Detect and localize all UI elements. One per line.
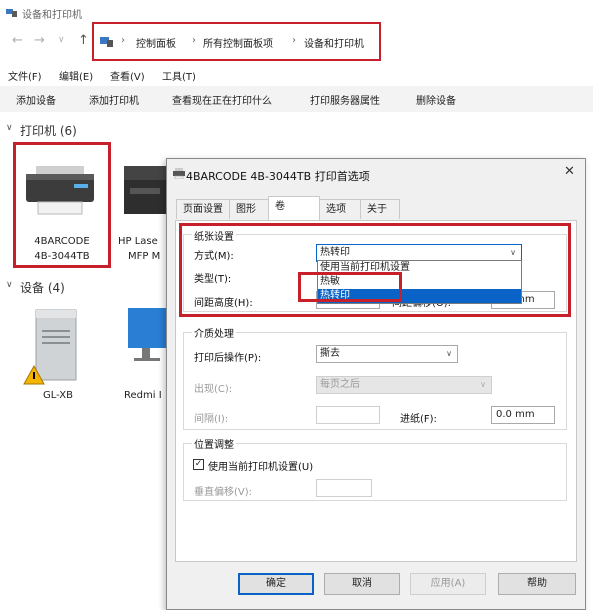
occurrence-select[interactable]: 每页之后 ∨ — [316, 376, 492, 394]
feed-label: 进纸(F): — [400, 414, 437, 425]
printer-small-icon — [173, 168, 185, 179]
see-whats-printing-button[interactable]: 查看现在正在打印什么 — [172, 92, 272, 107]
vertical-offset-label: 垂直偏移(V): — [194, 487, 253, 498]
post-print-label: 打印后操作(P): — [194, 353, 262, 364]
occurrence-value: 每页之后 — [320, 379, 360, 390]
post-print-select[interactable]: 撕去 ∨ — [316, 345, 458, 363]
tab-graphics[interactable]: 图形 — [229, 199, 269, 219]
tab-about[interactable]: 关于 — [360, 199, 400, 219]
collapse-chevron-icon[interactable]: ∨ — [6, 280, 13, 290]
printer-name-line2: MFP M — [128, 251, 161, 262]
printer-name-line1: HP Lase — [118, 236, 158, 247]
breadcrumb-separator: › — [121, 35, 125, 46]
chevron-down-icon: ∨ — [480, 380, 486, 389]
breadcrumb-all-items[interactable]: 所有控制面板项 — [203, 35, 273, 50]
tab-options[interactable]: 选项 — [319, 199, 361, 219]
post-print-value: 撕去 — [320, 348, 340, 359]
back-arrow-icon[interactable]: ← — [12, 33, 23, 48]
menu-edit[interactable]: 编辑(E) — [59, 68, 93, 83]
devices-group-header[interactable]: 设备 (4) — [20, 279, 65, 296]
device-name: Redmi I — [124, 390, 162, 401]
breadcrumb-separator: › — [192, 35, 196, 46]
interval-field[interactable] — [316, 406, 380, 424]
print-server-properties-button[interactable]: 打印服务器属性 — [310, 92, 380, 107]
media-handling-legend: 介质处理 — [192, 325, 236, 340]
computer-tower-icon[interactable] — [14, 300, 94, 390]
collapse-chevron-icon[interactable]: ∨ — [6, 123, 13, 133]
printer-icon[interactable] — [120, 162, 166, 222]
interval-label: 间隔(I): — [194, 414, 229, 425]
vertical-offset-field[interactable] — [316, 479, 372, 497]
menu-file[interactable]: 文件(F) — [8, 68, 42, 83]
menu-tools[interactable]: 工具(T) — [162, 68, 196, 83]
use-current-settings-label[interactable]: 使用当前打印机设置(U) — [208, 458, 313, 473]
use-current-settings-checkbox[interactable]: ✓ — [193, 459, 204, 470]
breadcrumb-control-panel[interactable]: 控制面板 — [136, 35, 176, 50]
control-panel-icon — [100, 37, 113, 47]
printer-icon[interactable] — [22, 160, 98, 218]
remove-device-button[interactable]: 删除设备 — [416, 92, 456, 107]
help-button[interactable]: 帮助 — [498, 573, 576, 595]
breadcrumb-separator: › — [292, 35, 296, 46]
printers-group-header[interactable]: 打印机 (6) — [20, 122, 77, 139]
menu-view[interactable]: 查看(V) — [110, 68, 145, 83]
device-name: GL-XB — [43, 390, 73, 401]
position-adjust-legend: 位置调整 — [192, 436, 236, 451]
breadcrumb-devices-printers[interactable]: 设备和打印机 — [304, 35, 364, 50]
add-device-button[interactable]: 添加设备 — [16, 92, 56, 107]
cancel-button[interactable]: 取消 — [324, 573, 400, 595]
add-printer-button[interactable]: 添加打印机 — [89, 92, 139, 107]
up-arrow-icon[interactable]: ↑ — [78, 33, 89, 48]
chevron-down-icon: ∨ — [446, 349, 452, 358]
paper-settings-highlight — [179, 223, 571, 317]
devices-printers-icon — [6, 9, 17, 17]
option-highlight — [298, 272, 402, 302]
printer-name-line1: 4BARCODE — [34, 236, 90, 247]
occurrence-label: 出现(C): — [194, 384, 233, 395]
dialog-title: 4BARCODE 4B-3044TB 打印首选项 — [186, 170, 370, 183]
monitor-icon[interactable] — [124, 304, 166, 374]
window-title: 设备和打印机 — [22, 10, 82, 21]
forward-arrow-icon[interactable]: → — [34, 33, 45, 48]
tab-page-setup[interactable]: 页面设置 — [176, 199, 230, 219]
feed-field[interactable]: 0.0 mm — [491, 406, 555, 424]
ok-button[interactable]: 确定 — [238, 573, 314, 595]
recent-locations-icon[interactable]: ∨ — [58, 35, 65, 45]
tab-stock[interactable]: 卷 — [268, 196, 320, 221]
apply-button[interactable]: 应用(A) — [410, 573, 486, 595]
printer-name-line2: 4B-3044TB — [34, 251, 90, 262]
close-icon[interactable]: ✕ — [564, 164, 575, 179]
